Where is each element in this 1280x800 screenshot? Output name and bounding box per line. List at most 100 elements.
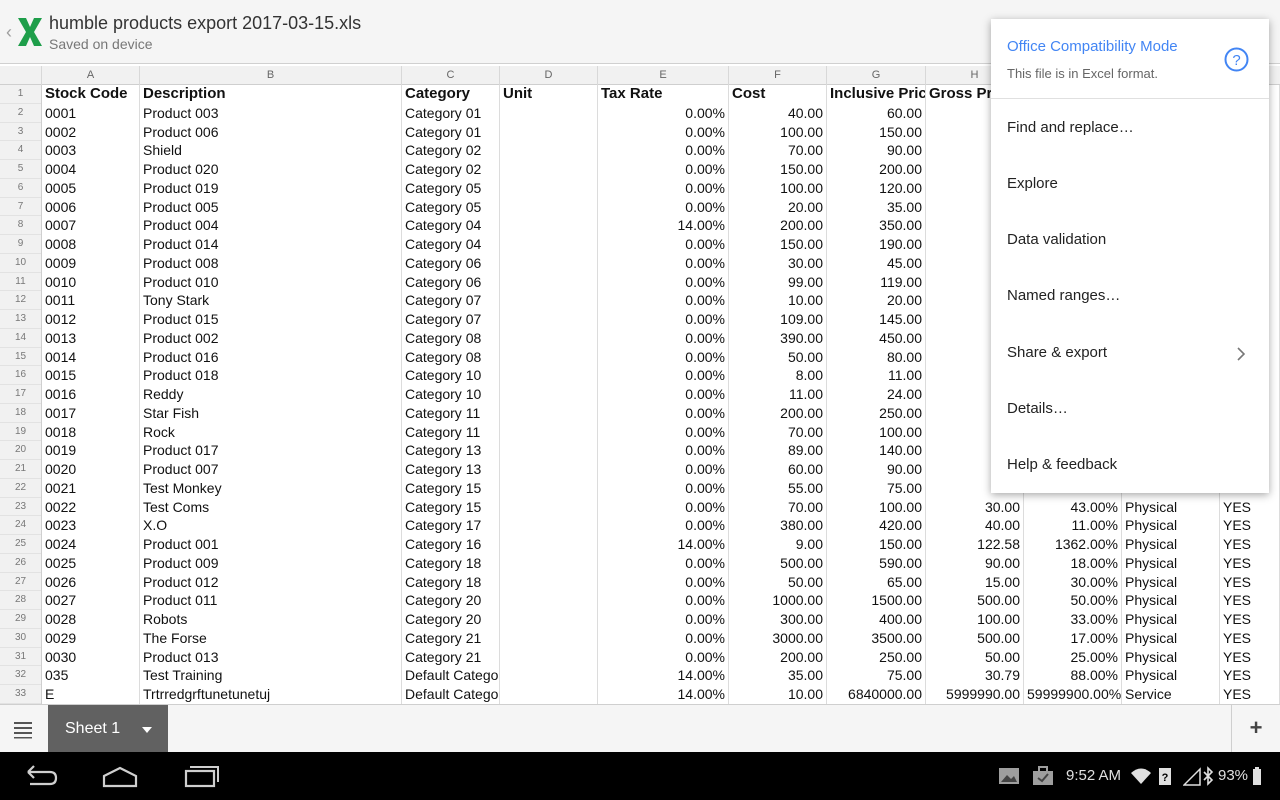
cell[interactable]: YES (1220, 553, 1280, 573)
cell[interactable] (500, 328, 598, 348)
cell[interactable]: 100.00 (827, 497, 926, 517)
header-cell[interactable]: Cost (729, 85, 827, 104)
cell[interactable]: 145.00 (827, 310, 926, 329)
row-number[interactable]: 6 (0, 179, 41, 198)
cell[interactable]: 0.00% (598, 516, 729, 535)
cell[interactable]: Category 05 (402, 197, 500, 217)
menu-item-find-and-replace[interactable]: Find and replace… (991, 101, 1269, 157)
cell[interactable]: Test Training (140, 666, 402, 685)
back-arrow-icon[interactable]: ‹ (2, 20, 16, 44)
cell[interactable]: 11.00 (729, 385, 827, 404)
cell[interactable]: 0010 (42, 272, 140, 292)
cell[interactable]: 0030 (42, 647, 140, 667)
cell[interactable]: 35.00 (827, 197, 926, 217)
cell[interactable]: 0.00% (598, 347, 729, 367)
cell[interactable]: 20.00 (827, 291, 926, 310)
cell[interactable]: Product 004 (140, 216, 402, 235)
cell[interactable]: 15.00 (926, 572, 1024, 592)
cell[interactable] (500, 197, 598, 217)
cell[interactable] (500, 235, 598, 254)
row-number[interactable]: 20 (0, 441, 41, 460)
column-header[interactable]: E (598, 66, 729, 85)
cell[interactable]: 140.00 (827, 441, 926, 460)
cell[interactable]: 0021 (42, 478, 140, 498)
cell[interactable]: Physical (1122, 628, 1220, 648)
cell[interactable]: Category 04 (402, 216, 500, 235)
cell[interactable]: 11.00% (1024, 516, 1122, 535)
cell[interactable]: Product 003 (140, 103, 402, 123)
cell[interactable]: 0007 (42, 216, 140, 235)
row-number[interactable]: 3 (0, 123, 41, 142)
cell[interactable]: 90.00 (926, 553, 1024, 573)
cell[interactable]: 0025 (42, 553, 140, 573)
all-sheets-list-icon[interactable] (12, 719, 34, 739)
cell[interactable]: Category 16 (402, 535, 500, 554)
cell[interactable]: 0.00% (598, 235, 729, 254)
cell[interactable]: 1500.00 (827, 591, 926, 610)
cell[interactable]: Physical (1122, 497, 1220, 517)
cell[interactable]: 70.00 (729, 497, 827, 517)
cell[interactable]: 0.00% (598, 478, 729, 498)
cell[interactable]: The Forse (140, 628, 402, 648)
cell[interactable]: 65.00 (827, 572, 926, 592)
cell[interactable]: YES (1220, 685, 1280, 704)
cell[interactable]: 60.00 (729, 460, 827, 479)
back-icon[interactable] (20, 762, 60, 790)
cell[interactable]: Category 07 (402, 310, 500, 329)
cell[interactable]: Shield (140, 141, 402, 160)
cell[interactable] (500, 647, 598, 667)
row-number[interactable]: 17 (0, 385, 41, 404)
cell[interactable]: 14.00% (598, 535, 729, 554)
cell[interactable] (500, 160, 598, 179)
cell[interactable]: Physical (1122, 516, 1220, 535)
cell[interactable]: 0016 (42, 385, 140, 404)
cell[interactable]: 0.00% (598, 441, 729, 460)
cell[interactable]: 0026 (42, 572, 140, 592)
cell[interactable]: 1362.00% (1024, 535, 1122, 554)
cell[interactable]: 200.00 (729, 216, 827, 235)
cell[interactable]: 10.00 (729, 685, 827, 704)
help-circle-icon[interactable]: ? (1224, 47, 1249, 72)
cell[interactable]: Test Monkey (140, 478, 402, 498)
cell[interactable]: 0005 (42, 178, 140, 198)
cell[interactable]: 100.00 (729, 178, 827, 198)
row-number[interactable]: 14 (0, 329, 41, 348)
cell[interactable]: 20.00 (729, 197, 827, 217)
cell[interactable]: YES (1220, 610, 1280, 629)
cell[interactable]: Physical (1122, 591, 1220, 610)
cell[interactable]: Product 012 (140, 572, 402, 592)
cell[interactable]: 100.00 (729, 122, 827, 142)
cell[interactable]: 0.00% (598, 628, 729, 648)
cell[interactable] (500, 178, 598, 198)
cell[interactable]: 60.00 (827, 103, 926, 123)
row-number[interactable]: 10 (0, 254, 41, 273)
cell[interactable]: Category 10 (402, 385, 500, 404)
cell[interactable]: 80.00 (827, 347, 926, 367)
cell[interactable] (500, 366, 598, 385)
cell[interactable]: 6840000.00 (827, 685, 926, 704)
cell[interactable]: 75.00 (827, 478, 926, 498)
cell[interactable]: 35.00 (729, 666, 827, 685)
cell[interactable]: Physical (1122, 572, 1220, 592)
row-number[interactable]: 24 (0, 516, 41, 535)
cell[interactable]: Category 18 (402, 553, 500, 573)
cell[interactable]: Product 018 (140, 366, 402, 385)
row-number[interactable]: 32 (0, 666, 41, 685)
cell[interactable]: Physical (1122, 535, 1220, 554)
cell[interactable]: 109.00 (729, 310, 827, 329)
cell[interactable]: Product 011 (140, 591, 402, 610)
cell[interactable]: Category 21 (402, 628, 500, 648)
cell[interactable]: Category 01 (402, 122, 500, 142)
cell[interactable]: Category 10 (402, 366, 500, 385)
cell[interactable]: 0.00% (598, 141, 729, 160)
cell[interactable]: 150.00 (729, 160, 827, 179)
row-number[interactable]: 31 (0, 648, 41, 667)
cell[interactable]: 90.00 (827, 141, 926, 160)
cell[interactable] (500, 516, 598, 535)
cell[interactable]: 590.00 (827, 553, 926, 573)
cell[interactable]: 50.00 (729, 347, 827, 367)
cell[interactable]: 30.79 (926, 666, 1024, 685)
cell[interactable] (500, 422, 598, 442)
cell[interactable] (500, 272, 598, 292)
cell[interactable]: 380.00 (729, 516, 827, 535)
